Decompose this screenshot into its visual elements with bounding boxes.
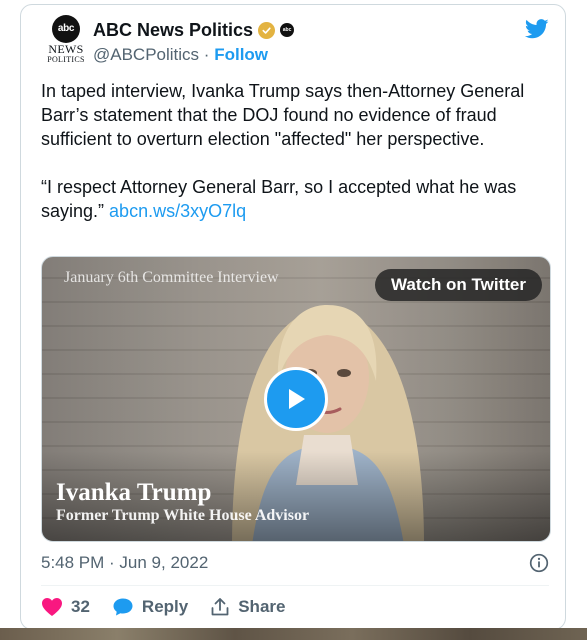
abc-affiliate-icon[interactable]: abc [280, 23, 295, 37]
tweet-timestamp[interactable]: 5:48 PM · Jun 9, 2022 [41, 553, 208, 573]
follow-button[interactable]: Follow [214, 45, 268, 64]
play-icon [289, 389, 305, 409]
share-action[interactable]: Share [210, 597, 285, 617]
handle-separator: · [203, 45, 210, 64]
actions-divider [41, 585, 549, 586]
abc-logo-icon: abc [52, 15, 80, 43]
reply-action[interactable]: Reply [112, 597, 188, 617]
caption-role: Former Trump White House Advisor [56, 507, 310, 524]
tweet-card: abc NEWS POLITICS ABC News Politics abc … [20, 4, 566, 630]
play-button[interactable] [264, 367, 328, 431]
handle-row: @ABCPolitics · Follow [93, 45, 268, 65]
twitter-bird-icon[interactable] [525, 19, 549, 39]
caption-name: Ivanka Trump [56, 479, 212, 506]
like-count: 32 [71, 597, 90, 616]
tweet-paragraph: In taped interview, Ivanka Trump says th… [41, 81, 525, 149]
background-photo-strip [0, 628, 587, 640]
avatar-news-text: NEWS [48, 42, 84, 56]
reply-label: Reply [141, 597, 189, 616]
share-label: Share [238, 597, 286, 616]
avatar[interactable]: abc NEWS POLITICS [41, 15, 91, 67]
like-action[interactable]: 32 [41, 597, 90, 617]
tweet-actions: 32 Reply Share [41, 593, 307, 621]
verified-badge-icon [258, 21, 276, 39]
heart-icon [42, 598, 62, 616]
video-media[interactable]: January 6th Committee Interview Watch on… [41, 256, 551, 542]
info-icon[interactable] [529, 553, 549, 573]
display-name[interactable]: ABC News Politics [93, 20, 253, 41]
tweet-quote-paragraph: “I respect Attorney General Barr, so I a… [41, 175, 551, 223]
reply-bubble-icon [113, 598, 133, 616]
watch-on-twitter-button[interactable]: Watch on Twitter [374, 269, 542, 301]
avatar-politics-text: POLITICS [47, 55, 85, 64]
handle[interactable]: @ABCPolitics [93, 45, 199, 64]
tweet-link[interactable]: abcn.ws/3xyO7lq [109, 201, 246, 221]
author-name-row: ABC News Politics abc [93, 19, 295, 41]
share-icon [211, 598, 229, 616]
committee-label: January 6th Committee Interview [64, 269, 279, 286]
tweet-text: In taped interview, Ivanka Trump says th… [41, 79, 551, 223]
